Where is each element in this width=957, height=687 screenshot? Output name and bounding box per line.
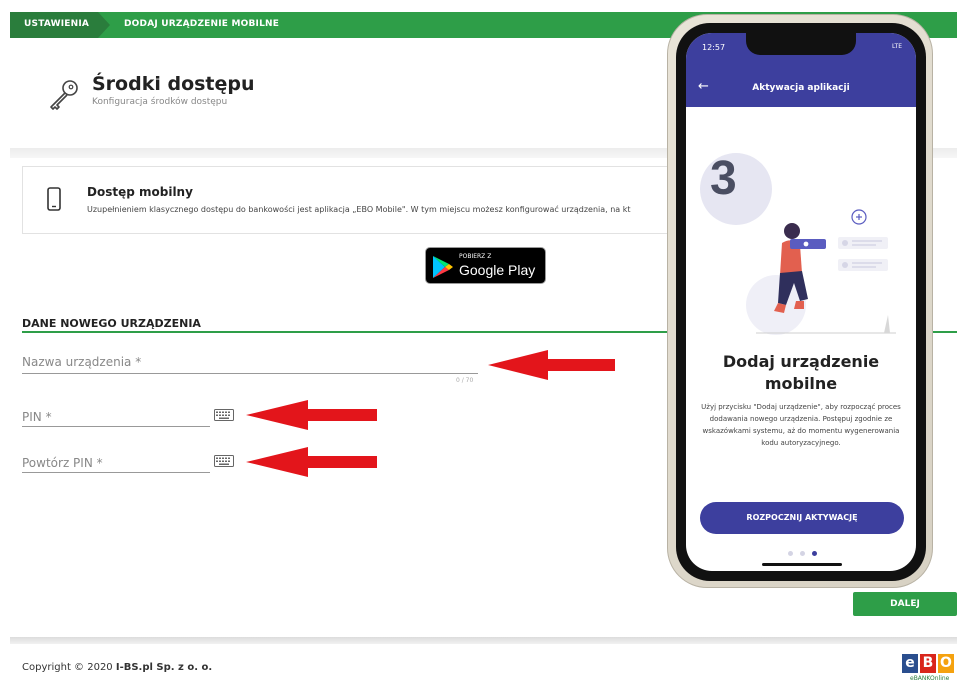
pagination-dot[interactable] <box>800 551 805 556</box>
phone-screen: 12:57 LTE ← Aktywacja aplikacji 3 Dodaj … <box>686 33 916 571</box>
pagination-dot[interactable] <box>788 551 793 556</box>
status-network: LTE <box>892 43 902 50</box>
red-arrow-icon <box>488 350 615 380</box>
pagination-dots <box>786 550 826 558</box>
screen-title: Dodaj urządzenie mobilne <box>722 352 880 393</box>
key-icon <box>50 80 78 110</box>
pin-repeat-label: Powtórz PIN * <box>22 456 103 470</box>
keyboard-icon[interactable] <box>214 455 234 467</box>
google-play-label: Google Play <box>459 262 536 278</box>
mobile-access-title: Dostęp mobilny <box>87 185 193 199</box>
app-header: 12:57 LTE ← Aktywacja aplikacji <box>686 33 916 107</box>
device-name-label: Nazwa urządzenia * <box>22 355 142 369</box>
copyright-company: I-BS.pl Sp. z o. o. <box>115 662 213 673</box>
google-play-caption: POBIERZ Z <box>459 253 492 260</box>
pin-input[interactable] <box>22 426 210 427</box>
app-title: Aktywacja aplikacji <box>752 83 850 93</box>
home-indicator <box>762 563 842 566</box>
breadcrumb-settings-label: USTAWIENIA <box>24 19 90 29</box>
next-button[interactable]: DALEJ <box>853 592 957 616</box>
mobile-access-card: Dostęp mobilny Uzupełnieniem klasycznego… <box>22 166 672 234</box>
logo-letter-e: e <box>902 654 918 673</box>
smartphone-icon <box>47 187 61 211</box>
phone-mockup: 12:57 LTE ← Aktywacja aplikacji 3 Dodaj … <box>667 14 933 588</box>
footer-divider <box>10 637 957 644</box>
breadcrumb-current: DODAJ URZĄDZENIE MOBILNE <box>124 19 280 29</box>
keyboard-icon[interactable] <box>214 409 234 421</box>
red-arrow-icon <box>246 400 377 430</box>
logo-letter-b: B <box>920 654 936 673</box>
breadcrumb-settings[interactable]: USTAWIENIA <box>10 12 110 38</box>
logo-subtitle: eBANKOnline <box>910 675 950 682</box>
device-name-input[interactable] <box>22 373 478 374</box>
start-activation-button[interactable]: ROZPOCZNIJ AKTYWACJĘ <box>700 502 904 534</box>
page-title: Środki dostępu <box>92 73 255 95</box>
mobile-access-description: Uzupełnieniem klasycznego dostępu do ban… <box>87 205 631 214</box>
phone-notch <box>746 33 856 55</box>
phone-bezel: 12:57 LTE ← Aktywacja aplikacji 3 Dodaj … <box>676 23 926 581</box>
pin-repeat-input[interactable] <box>22 472 210 473</box>
step-number: 3 <box>710 152 737 205</box>
copyright-prefix: Copyright © 2020 <box>22 662 116 673</box>
google-play-icon <box>433 256 453 278</box>
pin-label: PIN * <box>22 410 52 424</box>
ebo-logo: e B O eBANKOnline <box>902 654 957 684</box>
copyright: Copyright © 2020 I-BS.pl Sp. z o. o. <box>22 662 212 673</box>
device-name-counter: 0 / 70 <box>456 377 474 384</box>
page-subtitle: Konfiguracja środków dostępu <box>92 97 228 107</box>
red-arrow-icon <box>246 447 377 477</box>
status-time: 12:57 <box>702 43 726 52</box>
pagination-dot-active[interactable] <box>812 551 817 556</box>
logo-letter-o: O <box>938 654 954 673</box>
screen-description: Użyj przycisku "Dodaj urządzenie", aby r… <box>701 403 901 447</box>
form-title: DANE NOWEGO URZĄDZENIA <box>22 317 201 330</box>
google-play-badge[interactable]: POBIERZ Z Google Play <box>425 247 546 284</box>
